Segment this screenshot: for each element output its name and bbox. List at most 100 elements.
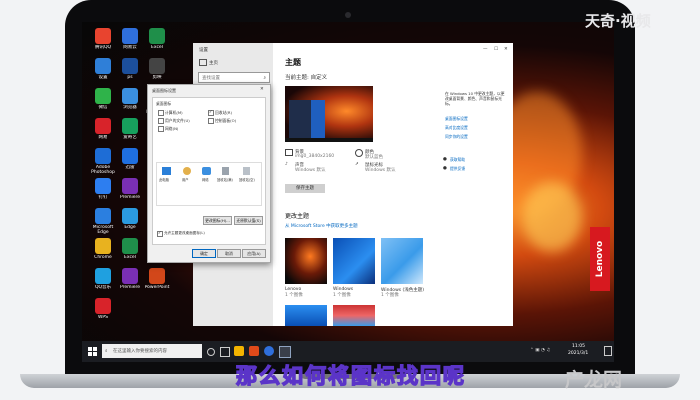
recycle-bin-empty-icon[interactable] <box>243 167 250 175</box>
icon-label: 网络 <box>202 178 209 182</box>
control-panel-checkbox[interactable] <box>208 118 214 124</box>
desktop-icon[interactable]: 微信 <box>90 88 116 115</box>
dialog-close-icon[interactable]: ✕ <box>260 87 264 92</box>
desktop-icon-label: 爱奇艺 <box>123 135 137 140</box>
desktop-icon[interactable]: Excel <box>144 28 170 55</box>
computer-checkbox-label: 计算机(M) <box>165 110 183 115</box>
allow-themes-checkbox[interactable]: ✓ <box>157 230 163 237</box>
desktop-icon[interactable]: 迅雷 <box>117 148 143 175</box>
desktop-icon[interactable]: Microsoft Edge <box>90 208 116 235</box>
current-theme-label: 当前主题: 自定义 <box>285 75 328 81</box>
recycle-bin-full-icon[interactable] <box>222 167 229 175</box>
desktop-icon[interactable]: QQ音乐 <box>90 268 116 295</box>
store-themes-link[interactable]: 从 Microsoft Store 中获取更多主题 <box>285 223 358 229</box>
app-icon <box>95 28 111 44</box>
allow-themes-label: 允许主题更改桌面图标(L) <box>164 231 205 235</box>
app-icon[interactable] <box>249 346 259 356</box>
windows-start-icon[interactable] <box>88 347 97 356</box>
desktop-icon[interactable]: 爱奇艺 <box>117 118 143 145</box>
feedback-link[interactable]: 提供反馈 <box>450 166 465 172</box>
get-help-link[interactable]: 获取帮助 <box>450 157 465 163</box>
desktop-icon-label: QQ音乐 <box>94 285 112 290</box>
desktop-icon-settings-link[interactable]: 桌面图标设置 <box>445 116 468 122</box>
desktop-icon[interactable]: PowerPoint <box>144 268 170 295</box>
desktop-icon[interactable]: Excel <box>117 238 143 265</box>
desktop-icon[interactable]: Premiere <box>117 178 143 205</box>
desktop-icon[interactable]: 网易 <box>90 118 116 145</box>
app-icon <box>149 28 165 44</box>
minimize-button[interactable]: — <box>483 47 488 52</box>
theme-thumb-5[interactable] <box>333 305 375 326</box>
desktop-icon[interactable]: WPS <box>90 298 116 325</box>
app-icon <box>95 178 111 194</box>
notification-icon[interactable] <box>604 346 612 356</box>
taskbar-date[interactable]: 2021/3/1 <box>568 351 588 356</box>
file-explorer-icon[interactable] <box>234 346 244 356</box>
high-contrast-link[interactable]: 高对比度设置 <box>445 125 468 131</box>
network-checkbox[interactable] <box>158 126 164 132</box>
desktop-icon-label: Premiere <box>119 285 141 290</box>
user-folder-icon[interactable] <box>183 167 191 175</box>
settings-search-input[interactable]: 查找设置 ⌕ <box>198 72 270 83</box>
lenovo-logo: Lenovo <box>590 227 610 291</box>
cortana-icon[interactable] <box>207 348 215 356</box>
icon-label: 此电脑 <box>159 178 169 182</box>
desktop-icon[interactable]: 网易云 <box>117 28 143 55</box>
user-files-checkbox[interactable] <box>158 118 164 124</box>
task-view-icon[interactable] <box>220 347 230 357</box>
theme-thumb-windows-light[interactable] <box>381 238 423 284</box>
desktop-icon[interactable]: Chrome <box>90 238 116 265</box>
theme-count: 1 个图像 <box>381 293 399 298</box>
network-icon[interactable] <box>202 167 211 175</box>
cancel-button[interactable]: 取消 <box>217 249 241 258</box>
desktop-icon[interactable]: Premiere <box>117 268 143 295</box>
app-icon <box>95 58 111 74</box>
taskbar-time[interactable]: 11:05 <box>572 344 585 349</box>
app-icon <box>95 268 111 284</box>
app-icon <box>122 88 138 104</box>
tray-icons[interactable]: ⌃ ▣ ◔ ♫ <box>530 348 550 353</box>
page-title: 主题 <box>285 58 301 67</box>
video-subtitle: 那么如何将图标找回呢 <box>235 363 466 388</box>
desktop-icon[interactable]: Edge <box>117 208 143 235</box>
desktop-icon[interactable]: ps <box>117 58 143 85</box>
desktop-icon[interactable]: 钉钉 <box>90 178 116 205</box>
settings-home-link[interactable]: 主页 <box>209 60 218 66</box>
taskbar-search-box[interactable]: ⌕ 在这里输入你要搜索的内容 <box>102 344 202 358</box>
close-button[interactable]: ✕ <box>504 47 508 52</box>
desktop-icon[interactable]: 设置 <box>90 58 116 85</box>
preview-start-menu <box>289 100 311 138</box>
desktop-icon-label: 迅雷 <box>125 165 135 170</box>
theme-help-text: 在 Windows 10 中更改主题，以更改桌面背景、颜色、声音和鼠标光标。 <box>445 91 505 106</box>
change-icon-button[interactable]: 更改图标(H)... <box>203 216 232 225</box>
ok-button[interactable]: 确定 <box>192 249 216 258</box>
save-theme-button[interactable]: 保存主题 <box>285 184 325 193</box>
app-icon <box>122 178 138 194</box>
cursor-value: Windows 默认 <box>365 168 396 173</box>
app-icon <box>122 268 138 284</box>
desktop-icon[interactable]: 剪映 <box>144 58 170 85</box>
maximize-button[interactable]: ☐ <box>494 47 498 52</box>
this-pc-icon[interactable] <box>162 167 171 175</box>
apply-button[interactable]: 应用(A) <box>242 249 266 258</box>
icon-label: 回收站(空) <box>239 178 255 182</box>
cursor-icon: ➚ <box>355 162 359 167</box>
browser-icon[interactable] <box>264 346 274 356</box>
dialog-title: 桌面图标设置 <box>152 88 176 93</box>
desktop-icon[interactable]: 腾讯QQ <box>90 28 116 55</box>
settings-taskbar-icon[interactable] <box>279 346 291 358</box>
restore-default-button[interactable]: 还原默认值(S) <box>234 216 263 225</box>
desktop-icon-settings-dialog: 桌面图标设置 ✕ 桌面图标 计算机(M) ✓ 回收站(R) 用户的文件(U) 控… <box>147 84 271 263</box>
recycle-bin-checkbox[interactable]: ✓ <box>208 109 214 116</box>
computer-checkbox[interactable] <box>158 110 164 116</box>
palette-icon <box>355 149 363 157</box>
desktop-icon[interactable]: 浏览器 <box>117 88 143 115</box>
desktop-icon[interactable]: Adobe Photoshop <box>90 148 116 175</box>
watermark-bottom-right: 产龙网 <box>565 369 623 391</box>
theme-thumb-4[interactable] <box>285 305 327 326</box>
theme-thumb-windows[interactable] <box>333 238 375 284</box>
preview-tile <box>311 100 325 138</box>
desktop-icon-label: 浏览器 <box>123 105 137 110</box>
theme-thumb-lenovo[interactable] <box>285 238 327 284</box>
sync-settings-link[interactable]: 同步你的设置 <box>445 134 468 140</box>
